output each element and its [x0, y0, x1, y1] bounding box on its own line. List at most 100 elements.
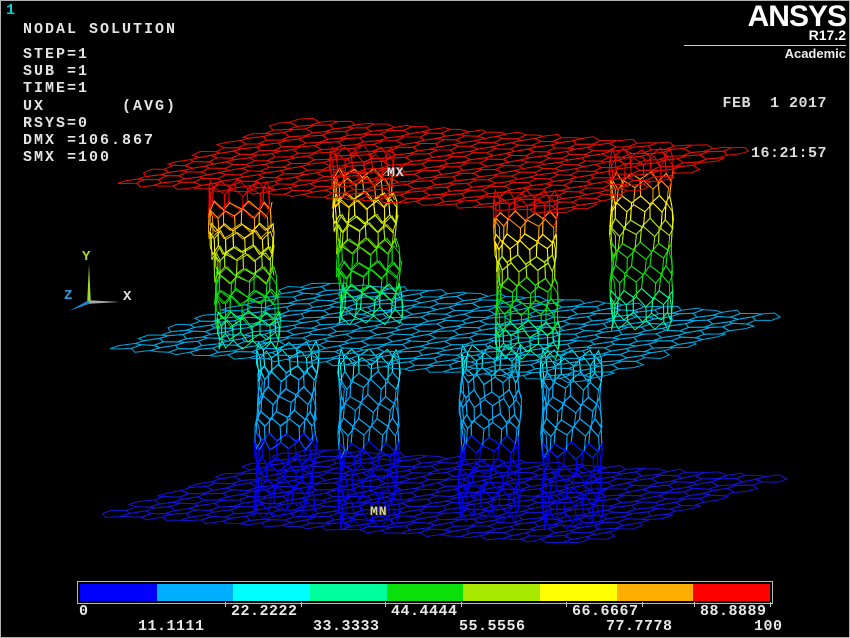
- lower-nanotube-hex: [277, 463, 296, 495]
- min-node-label: MN: [370, 504, 388, 519]
- middle-graphene-sheet-hex: [671, 313, 697, 320]
- upper-nanotube-hex: [342, 239, 358, 270]
- bottom-graphene-sheet-hex: [504, 529, 536, 535]
- lower-nanotube-hex: [272, 350, 291, 382]
- legend-tick: [225, 602, 226, 607]
- upper-nanotube-hex: [213, 181, 230, 209]
- lower-nanotube-hex: [362, 379, 382, 412]
- middle-graphene-sheet-hex: [653, 335, 681, 341]
- upper-nanotube-hex: [271, 202, 273, 233]
- top-graphene-sheet-hex: [497, 132, 526, 139]
- solution-info-line: RSYS=0: [23, 115, 177, 132]
- bottom-graphene-sheet-hex: [736, 475, 765, 482]
- bottom-graphene-sheet-hex: [413, 513, 444, 519]
- solution-info-block: STEP=1SUB =1TIME=1UX (AVG)RSYS=0DMX =106…: [23, 46, 177, 166]
- bottom-graphene-sheet-hex: [326, 490, 357, 497]
- upper-nanotube-hex: [661, 204, 673, 236]
- bottom-graphene-sheet-hex: [198, 493, 228, 500]
- upper-nanotube-hex: [632, 242, 652, 275]
- bottom-graphene-sheet-hex: [676, 499, 704, 506]
- lower-nanotube-hex: [468, 375, 485, 408]
- middle-graphene-sheet-hex: [637, 328, 666, 334]
- lower-nanotube-hex: [557, 496, 577, 529]
- legend-colorbar: [77, 581, 773, 604]
- bottom-graphene-sheet-hex: [180, 494, 207, 500]
- triad-axis-x-arrow: [89, 300, 120, 304]
- top-graphene-sheet-hex: [617, 164, 643, 169]
- bottom-graphene-sheet-hex: [470, 520, 499, 526]
- middle-graphene-sheet-hex: [446, 311, 474, 317]
- middle-graphene-sheet-hex: [570, 335, 600, 341]
- middle-graphene-sheet-hex: [405, 365, 435, 371]
- upper-nanotube-hex: [249, 276, 267, 304]
- top-graphene-sheet-hex: [308, 187, 333, 192]
- top-graphene-sheet-hex: [552, 138, 581, 143]
- legend-tick: [770, 602, 771, 607]
- middle-graphene-sheet-hex: [612, 361, 643, 368]
- middle-graphene-sheet-hex: [619, 327, 646, 334]
- legend-tick: [385, 602, 386, 607]
- middle-graphene-sheet-hex: [139, 335, 169, 341]
- top-graphene-sheet-hex: [554, 197, 581, 203]
- legend-color-segment: [387, 584, 464, 601]
- bottom-graphene-sheet-hex: [677, 472, 705, 478]
- bottom-graphene-sheet-hex: [453, 514, 484, 520]
- bottom-graphene-sheet-hex: [565, 482, 592, 488]
- solution-info-line: SMX =100: [23, 149, 177, 166]
- lower-nanotube-hex: [354, 449, 373, 482]
- bottom-graphene-sheet-hex: [307, 516, 334, 523]
- upper-nanotube-hex: [615, 196, 631, 228]
- brand-block: ANSYS R17.2 Academic: [606, 3, 846, 62]
- legend-value-label: 77.7778: [606, 618, 673, 635]
- top-graphene-sheet-hex: [252, 151, 281, 156]
- middle-graphene-sheet-hex: [618, 356, 644, 362]
- lower-nanotube-hex: [506, 415, 519, 444]
- bottom-graphene-sheet-hex: [300, 523, 332, 529]
- legend-color-segment: [310, 584, 387, 601]
- upper-nanotube-hex: [614, 298, 628, 329]
- legend-color-segment: [540, 584, 617, 601]
- bottom-graphene-sheet-hex: [717, 473, 745, 479]
- lower-nanotube-hex: [269, 487, 288, 518]
- middle-graphene-sheet-hex: [575, 301, 605, 307]
- top-graphene-sheet-hex: [267, 157, 296, 162]
- upper-nanotube-hex: [611, 218, 624, 251]
- upper-nanotube-hex: [222, 320, 234, 348]
- legend-value-label: 0: [79, 603, 89, 620]
- middle-graphene-sheet-hex: [670, 342, 697, 348]
- top-graphene-sheet-hex: [421, 128, 450, 134]
- upper-nanotube-hex: [495, 213, 508, 242]
- lower-nanotube-hex: [292, 480, 308, 509]
- legend-color-segment: [80, 584, 157, 601]
- ansys-graphics-window: 1 NODAL SOLUTION STEP=1SUB =1TIME=1UX (A…: [0, 0, 850, 638]
- legend-value-label: 11.1111: [138, 618, 205, 635]
- bottom-graphene-sheet-hex: [195, 500, 223, 506]
- lower-nanotube-hex: [359, 395, 378, 428]
- middle-graphene-sheet-hex: [169, 349, 200, 355]
- lower-nanotube-hex: [340, 356, 354, 389]
- middle-graphene-sheet-hex: [426, 365, 452, 372]
- bottom-graphene-sheet-hex: [241, 468, 268, 474]
- top-graphene-sheet-hex: [568, 144, 596, 149]
- middle-graphene-sheet-hex: [411, 331, 437, 337]
- upper-nanotube-hex: [661, 158, 673, 189]
- lower-nanotube-hex: [571, 419, 590, 452]
- solution-info-line: STEP=1: [23, 46, 177, 63]
- bottom-graphene-sheet-hex: [129, 500, 159, 507]
- legend-tick: [461, 602, 462, 607]
- middle-graphene-sheet-hex: [572, 307, 600, 314]
- solution-title: NODAL SOLUTION: [23, 21, 177, 38]
- legend-value-label: 55.5556: [459, 618, 526, 635]
- legend-value-label: 44.4444: [391, 603, 458, 620]
- upper-nanotube-hex: [225, 296, 242, 327]
- top-graphene-sheet-hex: [592, 140, 617, 145]
- release-label: R17.2: [606, 31, 846, 40]
- bottom-graphene-sheet-hex: [671, 506, 701, 512]
- middle-graphene-sheet-hex: [377, 345, 407, 352]
- middle-graphene-sheet-hex: [390, 358, 418, 364]
- legend-color-segment: [463, 584, 540, 601]
- legend-value-label: 22.2222: [231, 603, 298, 620]
- bottom-graphene-sheet-hex: [420, 480, 448, 486]
- legend-tick: [566, 602, 567, 607]
- bottom-graphene-sheet-hex: [598, 516, 627, 522]
